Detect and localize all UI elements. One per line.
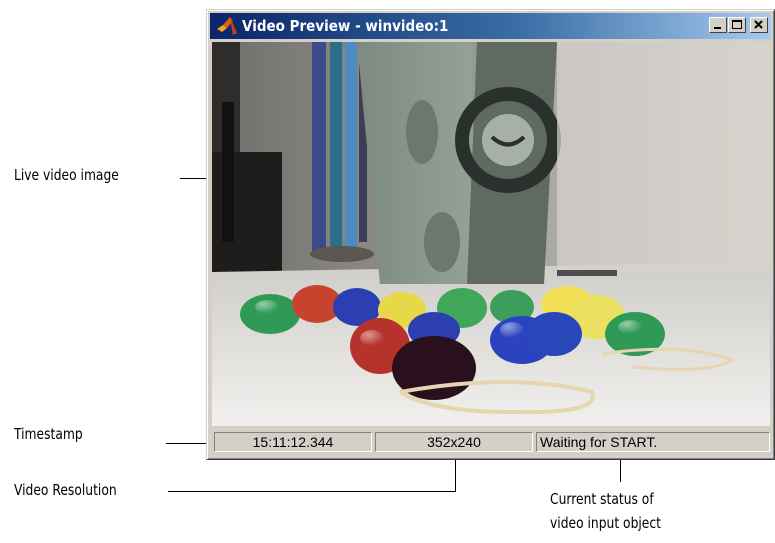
video-frame [212, 42, 770, 426]
title-bar[interactable]: Video Preview - winvideo:1 [210, 13, 771, 39]
status-panel: Waiting for START. [536, 432, 770, 452]
maximize-button[interactable] [728, 17, 746, 33]
callout-line-resolution-h [168, 491, 455, 492]
maximize-icon [732, 20, 742, 29]
callout-resolution: Video Resolution [14, 481, 117, 499]
callout-status-line2: video input object [550, 514, 661, 532]
live-video-image [212, 42, 770, 426]
close-icon [754, 20, 763, 29]
video-preview-window: Video Preview - winvideo:1 15:11:12.344 … [206, 9, 775, 460]
callout-live-video: Live video image [14, 166, 119, 184]
minimize-icon [714, 27, 721, 29]
callout-timestamp: Timestamp [14, 425, 83, 443]
resolution-panel: 352x240 [375, 432, 533, 452]
callout-status-line1: Current status of [550, 490, 654, 508]
window-title: Video Preview - winvideo:1 [242, 17, 449, 35]
timestamp-panel: 15:11:12.344 [214, 432, 372, 452]
matlab-icon [217, 17, 237, 35]
minimize-button[interactable] [709, 17, 727, 33]
close-button[interactable] [750, 17, 768, 33]
